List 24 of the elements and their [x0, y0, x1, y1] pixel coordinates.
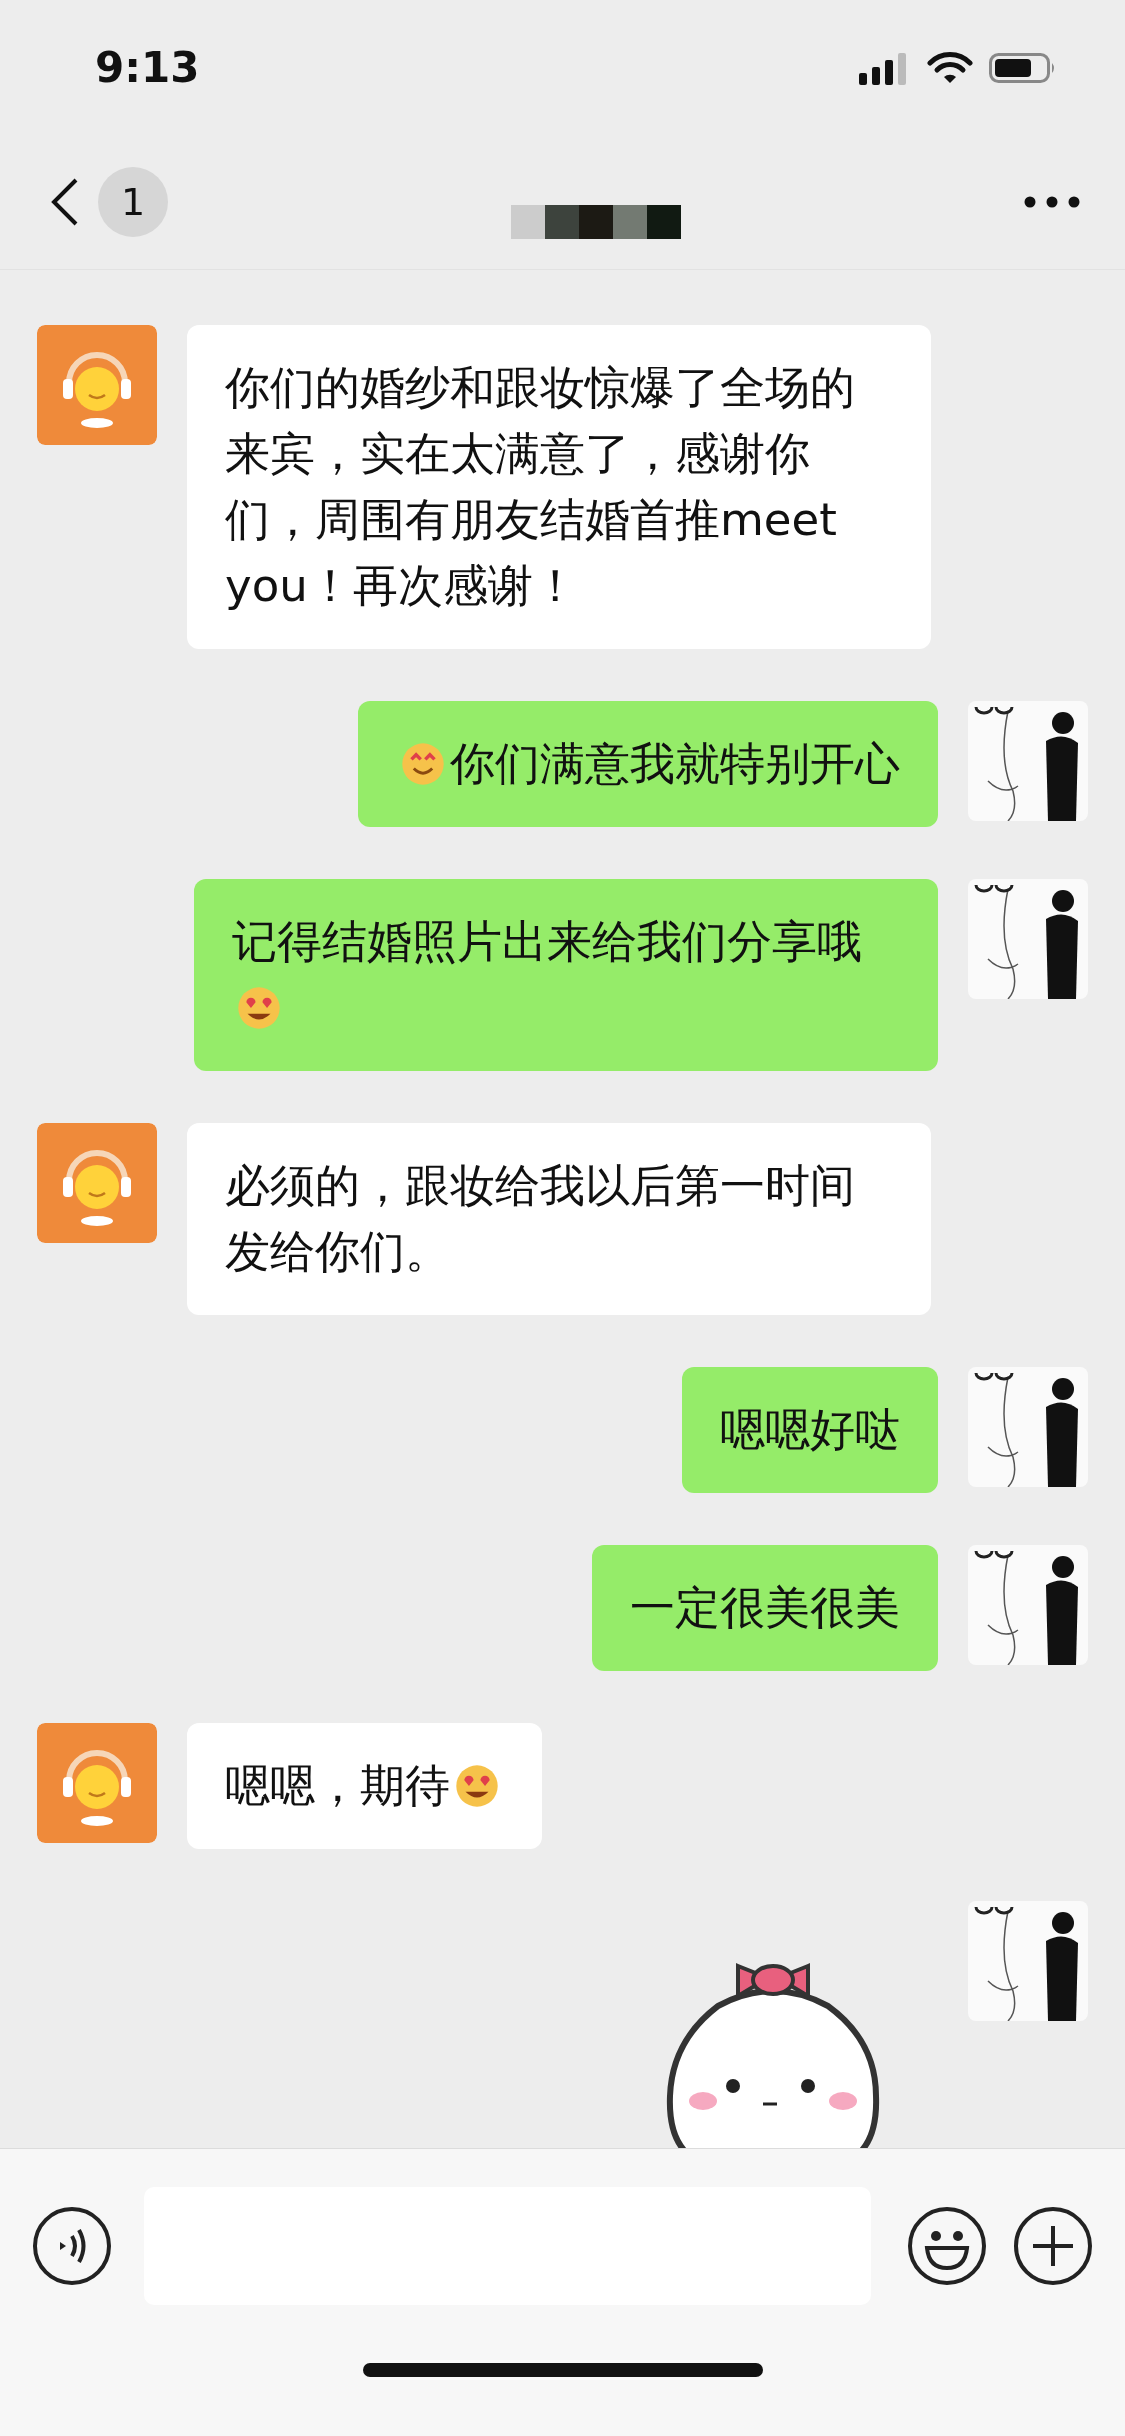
sent-message: 你们满意我就特别开心: [358, 701, 938, 827]
avatar-drawing[interactable]: [968, 1545, 1088, 1665]
battery-icon: [989, 50, 1057, 85]
more-icon[interactable]: [1024, 196, 1080, 208]
status-time: 9:13: [95, 43, 200, 92]
received-message: 嗯嗯，期待: [187, 1723, 542, 1849]
sent-message: 一定很美很美: [592, 1545, 938, 1671]
wifi-icon: [927, 50, 973, 85]
emoji-button-icon[interactable]: [907, 2206, 987, 2286]
avatar-drawing[interactable]: [968, 1901, 1088, 2021]
emoji-icon: [454, 1763, 500, 1809]
unread-count: 1: [98, 167, 168, 237]
add-icon[interactable]: [1013, 2206, 1093, 2286]
avatar-drawing[interactable]: [968, 701, 1088, 821]
sent-message: 嗯嗯好哒: [682, 1367, 938, 1493]
avatar-drawing[interactable]: [968, 1367, 1088, 1487]
voice-icon[interactable]: [32, 2206, 112, 2286]
back-icon[interactable]: [50, 177, 80, 227]
avatar-drawing[interactable]: [968, 879, 1088, 999]
emoji-icon: [236, 985, 282, 1031]
received-message: 必须的，跟妆给我以后第一时间发给你们。: [187, 1123, 931, 1315]
received-message: 你们的婚纱和跟妆惊爆了全场的来宾，实在太满意了，感谢你们，周围有朋友结婚首推meet you！再次感谢！: [187, 325, 931, 649]
emoji-icon: [400, 741, 446, 787]
sent-message: 记得结婚照片出来给我们分享哦: [194, 879, 938, 1071]
